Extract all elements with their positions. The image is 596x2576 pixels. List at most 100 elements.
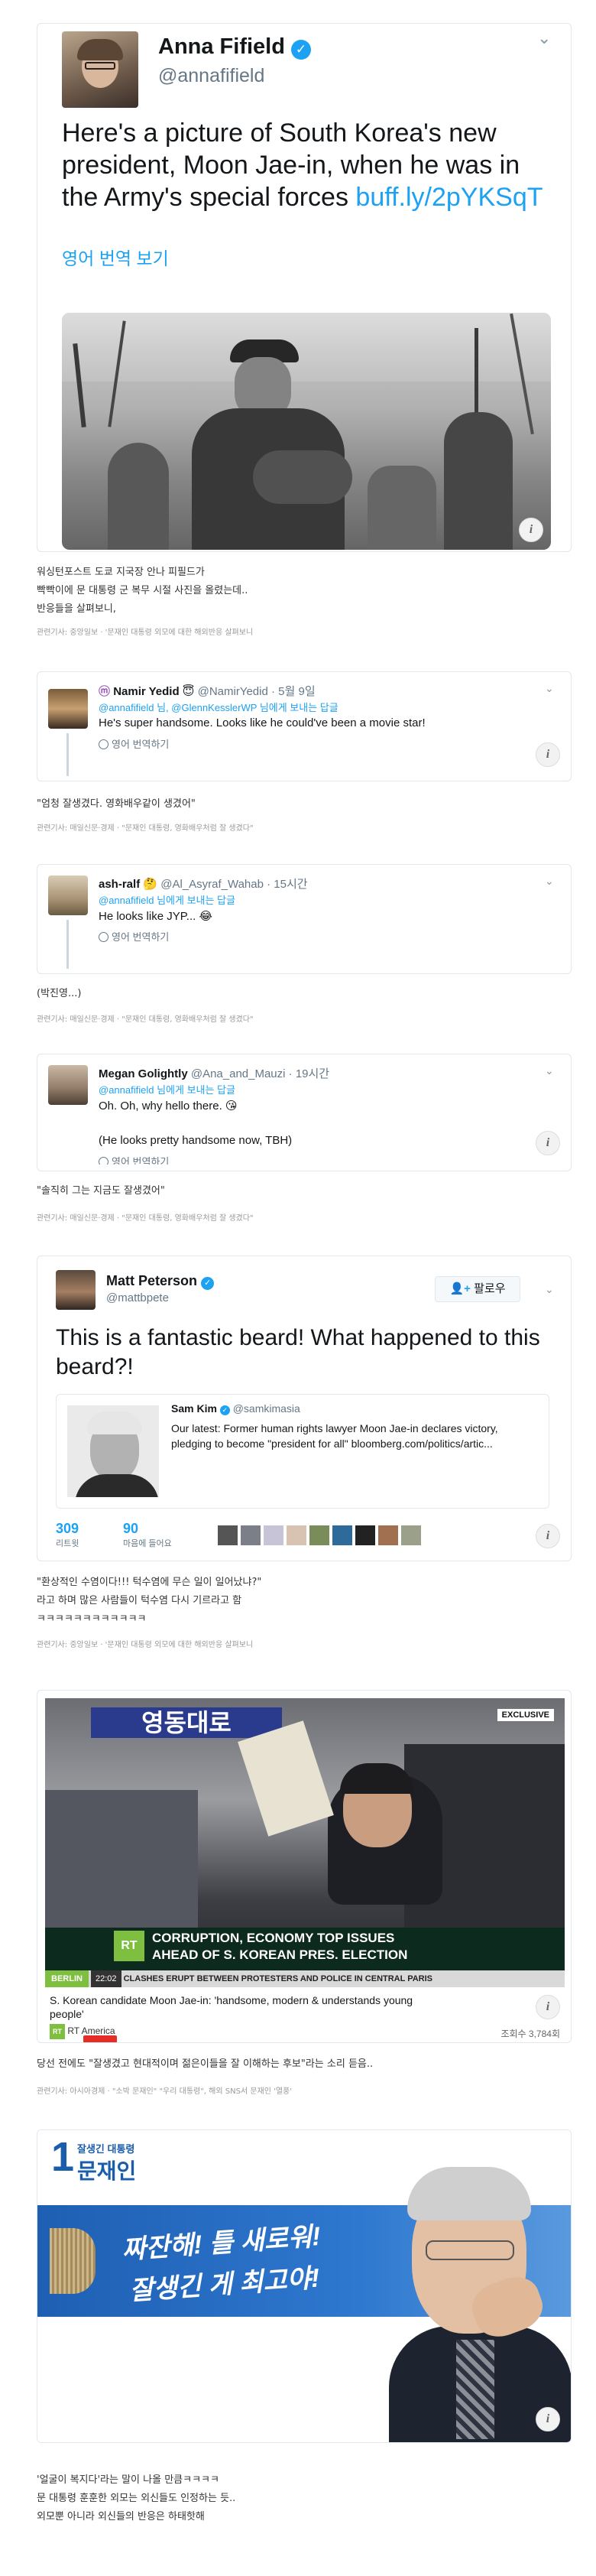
liker-avatar[interactable]	[287, 1525, 306, 1545]
reply-to[interactable]: @annafifield 님, @GlennKesslerWP 님에게 보내는 …	[99, 702, 338, 713]
tweet-text: Here's a picture of South Korea's new pr…	[62, 117, 559, 213]
reply-thread-line	[66, 920, 69, 969]
like-label: 마음에 들어요	[123, 1539, 172, 1548]
avatar[interactable]	[62, 31, 138, 108]
slogan-line: 잘생긴 게 최고야!	[128, 2263, 321, 2306]
headline-line: CORRUPTION, ECONOMY TOP ISSUES	[152, 1931, 395, 1945]
add-user-icon: 👤+	[449, 1282, 471, 1295]
author-name[interactable]: Anna Fifield ✓	[158, 34, 312, 60]
related-article[interactable]: 관련기사: 매일신문·경제 · "문재인 대통령, 영화배우처럼 잘 생겼다"	[37, 1012, 254, 1024]
follow-label: 팔로우	[474, 1282, 506, 1295]
candidate-badge: 1 잘생긴 대통령 문재인	[51, 2134, 166, 2184]
tweet-card-ashralf: ash-ralf 🤔 @Al_Asyraf_Wahab · 15시간 ⌄ @an…	[37, 864, 572, 974]
translate-link[interactable]: 영어 번역하기	[99, 929, 169, 944]
tweet-card-megan: Megan Golightly @Ana_and_Mauzi · 19시간 ⌄ …	[37, 1054, 572, 1171]
tweet-text: This is a fantastic beard! What happened…	[56, 1325, 540, 1379]
video-title[interactable]: S. Korean candidate Moon Jae-in: 'handso…	[50, 1993, 447, 2021]
translate-link[interactable]: 영어 번역 보기	[62, 244, 169, 270]
avatar[interactable]	[48, 875, 88, 915]
tweet-text-2: (He looks pretty handsome now, TBH)	[99, 1134, 293, 1147]
liker-avatar[interactable]	[218, 1525, 238, 1545]
related-article[interactable]: 관련기사: 중앙일보 · '문재인 대통령 외모에 대한 해외반응 살펴보니	[37, 1638, 253, 1649]
follow-button[interactable]: 👤+ 팔로우	[435, 1276, 520, 1302]
reply-context: @annafifield 님에게 보내는 답글	[99, 1082, 235, 1096]
tweet-card-matt: Matt Peterson ✓ @mattbpete 👤+ 팔로우 ⌄ This…	[37, 1256, 572, 1561]
news-banner: RT CORRUPTION, ECONOMY TOP ISSUES AHEAD …	[45, 1928, 565, 1970]
author-name-text: Megan Golightly	[99, 1067, 188, 1080]
chevron-down-icon[interactable]: ⌄	[545, 683, 556, 694]
reply-to[interactable]: @annafifield 님에게 보내는 답글	[99, 1084, 235, 1096]
liker-avatar[interactable]	[332, 1525, 352, 1545]
ticker-city: BERLIN	[45, 1970, 89, 1987]
avatar[interactable]	[56, 1270, 96, 1310]
author-name[interactable]: ash-ralf 🤔 @Al_Asyraf_Wahab · 15시간	[99, 875, 308, 892]
related-article[interactable]: 관련기사: 매일신문·경제 · "문재인 대통령, 영화배우처럼 잘 생겼다"	[37, 1211, 254, 1223]
ticker-text: CLASHES ERUPT BETWEEN PROTESTERS AND POL…	[123, 1974, 432, 1983]
youtube-logo-icon[interactable]	[83, 2035, 117, 2042]
author-handle[interactable]: @mattbpete	[106, 1291, 169, 1304]
author-handle[interactable]: @annafifield	[158, 65, 264, 87]
ticker-time: 22:02	[91, 1970, 121, 1987]
street-sign: 영동대로	[91, 1707, 282, 1738]
info-icon[interactable]: i	[536, 1524, 560, 1548]
verified-icon: ✓	[219, 1405, 230, 1415]
caption-1: 워싱턴포스트 도쿄 지국장 안나 피필드가 빡빡이에 문 대통령 군 복무 시절…	[37, 564, 248, 619]
info-icon[interactable]: i	[536, 742, 560, 767]
author-name[interactable]: Matt Peterson ✓	[106, 1273, 215, 1290]
badge-name: 문재인	[77, 2159, 137, 2183]
like-count[interactable]: 90 마음에 들어요	[123, 1521, 172, 1549]
retweet-count[interactable]: 309 리트윗	[56, 1521, 79, 1549]
view-count: 조회수 3,784회	[500, 2029, 560, 2039]
caption-line: 빡빡이에 문 대통령 군 복무 시절 사진을 올렸는데..	[37, 585, 248, 596]
info-icon[interactable]: i	[536, 1995, 560, 2019]
chevron-down-icon[interactable]: ⌄	[545, 1284, 556, 1294]
reply-context: @annafifield 님, @GlennKesslerWP 님에게 보내는 …	[99, 700, 338, 714]
chevron-down-icon[interactable]: ⌄	[537, 30, 556, 47]
retweet-label: 리트윗	[56, 1539, 79, 1548]
avatar[interactable]	[48, 1065, 88, 1105]
info-icon[interactable]: i	[536, 2407, 560, 2431]
tweet-time: · 15시간	[267, 878, 308, 891]
tweet-link[interactable]: buff.ly/2pYKSqT	[355, 183, 543, 212]
related-article[interactable]: 관련기사: 아시아경제 · "소박 문재인" "우리 대통령", 해외 SNS서…	[37, 2084, 292, 2096]
author-name[interactable]: Megan Golightly @Ana_and_Mauzi · 19시간	[99, 1065, 329, 1081]
chevron-down-icon[interactable]: ⌄	[545, 1065, 556, 1076]
rt-logo-icon: RT	[114, 1931, 144, 1961]
liker-avatar[interactable]	[401, 1525, 421, 1545]
verified-icon: ✓	[291, 40, 312, 60]
translate-link[interactable]: 영어 번역하기	[99, 736, 169, 751]
reply-to[interactable]: @annafifield 님에게 보내는 답글	[99, 895, 235, 906]
caption-3: (박진영...)	[37, 988, 82, 999]
liker-avatar[interactable]	[241, 1525, 261, 1545]
globe-icon	[99, 739, 109, 749]
caption-4: "솔직히 그는 지금도 잘생겼어"	[37, 1185, 165, 1197]
translate-link[interactable]: 영어 번역하기	[99, 1154, 169, 1165]
liker-avatar[interactable]	[378, 1525, 398, 1545]
reply-context: @annafifield 님에게 보내는 답글	[99, 892, 235, 907]
video-frame[interactable]: 영동대로 EXCLUSIVE RT CORRUPTION, ECONOMY TO…	[45, 1698, 565, 1987]
campaign-poster[interactable]: 1 잘생긴 대통령 문재인 짜잔해! 틀 새로워! 잘생긴 게 최고야! i	[37, 2129, 572, 2443]
author-name-text: ash-ralf	[99, 878, 141, 891]
liker-avatar[interactable]	[355, 1525, 375, 1545]
caption-line: 문 대통령 훈훈한 외모는 외신들도 인정하는 듯..	[37, 2493, 236, 2504]
badge-subtitle: 잘생긴 대통령	[77, 2143, 135, 2155]
author-name[interactable]: ⓜ Namir Yedid 😇 @NamirYedid · 5월 9일	[99, 683, 316, 699]
caption-line: 워싱턴포스트 도쿄 지국장 안나 피필드가	[37, 567, 205, 578]
liker-avatar[interactable]	[309, 1525, 329, 1545]
related-article[interactable]: 관련기사: 중앙일보 · '문재인 대통령 외모에 대한 해외반응 살펴보니	[37, 625, 253, 637]
globe-icon	[99, 932, 109, 942]
quoted-tweet-image	[67, 1405, 159, 1497]
verified-icon: ✓	[201, 1277, 215, 1290]
related-article[interactable]: 관련기사: 매일신문·경제 · "문재인 대통령, 영화배우처럼 잘 생겼다"	[37, 821, 254, 833]
caption-6: 당선 전에도 "잘생겼고 현대적이며 젊은이들을 잘 이해하는 후보"라는 소리…	[37, 2058, 374, 2070]
quoted-tweet[interactable]: Sam Kim ✓ @samkimasia Our latest: Former…	[56, 1394, 549, 1509]
chevron-down-icon[interactable]: ⌄	[545, 875, 556, 886]
info-icon[interactable]: i	[519, 518, 543, 542]
avatar[interactable]	[48, 689, 88, 729]
channel-logo-icon: RT	[50, 2024, 65, 2039]
tweet-body-line: Oh. Oh, why hello there.	[99, 1100, 222, 1113]
liker-avatar[interactable]	[264, 1525, 283, 1545]
author-name-text: Namir Yedid	[113, 685, 180, 698]
info-icon[interactable]: i	[536, 1131, 560, 1155]
tweet-photo[interactable]: i	[62, 313, 551, 550]
